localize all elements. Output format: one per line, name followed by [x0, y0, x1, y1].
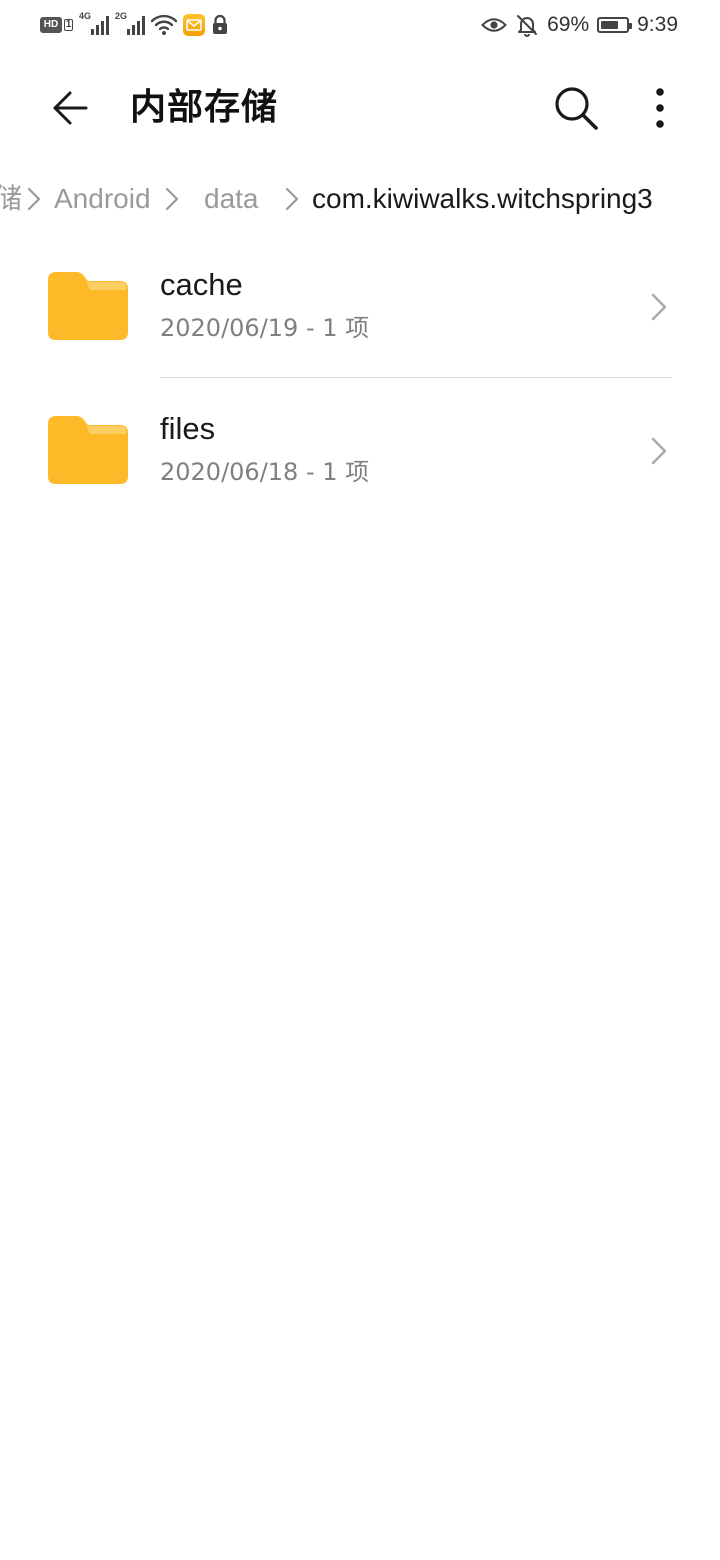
file-meta: 2020/06/19 - 1 项 — [160, 314, 370, 342]
status-bar-left: HD 1 4G 2G — [40, 11, 229, 38]
file-name: files — [160, 411, 216, 446]
file-list: cache 2020/06/19 - 1 项 files 2020/06/18 … — [0, 234, 720, 522]
file-name: cache — [160, 267, 243, 302]
folder-icon — [48, 416, 128, 484]
more-options-button[interactable] — [636, 78, 684, 138]
app-bar: 内部存储 — [0, 66, 720, 150]
list-item[interactable]: cache 2020/06/19 - 1 项 — [0, 234, 720, 378]
arrow-left-icon — [53, 91, 88, 125]
clock: 9:39 — [637, 13, 678, 36]
chevron-right-icon — [651, 437, 667, 465]
page-title: 内部存储 — [130, 87, 279, 128]
chevron-right-icon — [165, 187, 179, 211]
chevron-right-icon — [27, 187, 41, 211]
bell-off-icon — [517, 15, 538, 37]
file-manager-screen: HD 1 4G 2G 69% 9:39 内部存储 储 Android data … — [0, 0, 720, 1560]
sim-slot-icon: 1 — [64, 19, 73, 31]
breadcrumb-item-data[interactable]: data — [204, 174, 259, 224]
battery-level — [601, 21, 619, 29]
battery-icon — [597, 17, 633, 33]
breadcrumb: 储 Android data com.kiwiwalks.witchspring… — [0, 174, 720, 224]
breadcrumb-item-android[interactable]: Android — [54, 174, 151, 224]
folder-icon — [48, 272, 128, 340]
breadcrumb-item-current: com.kiwiwalks.witchspring3 — [312, 183, 653, 214]
network-type-label: 2G — [115, 11, 128, 21]
signal-icon: 4G — [79, 11, 109, 37]
status-bar-right: 69% 9:39 — [481, 12, 678, 38]
back-button[interactable] — [40, 78, 100, 138]
breadcrumb-item-storage[interactable]: 储 — [0, 174, 22, 224]
list-item[interactable]: files 2020/06/18 - 1 项 — [0, 378, 720, 522]
file-meta: 2020/06/18 - 1 项 — [160, 458, 370, 486]
battery-percent: 69% — [547, 13, 590, 36]
hd-icon: HD — [40, 17, 62, 33]
search-button[interactable] — [546, 78, 606, 138]
lock-icon — [213, 14, 227, 34]
signal-icon: 2G — [115, 11, 145, 37]
mail-notification-icon — [183, 14, 205, 36]
status-bar: HD 1 4G 2G 69% 9:39 — [0, 0, 720, 50]
search-icon — [555, 87, 598, 130]
chevron-right-icon — [651, 293, 667, 321]
network-type-label: 4G — [79, 11, 92, 21]
chevron-right-icon — [285, 187, 299, 211]
wifi-icon — [151, 14, 177, 35]
more-vertical-icon — [656, 88, 664, 128]
eye-icon — [481, 18, 508, 32]
